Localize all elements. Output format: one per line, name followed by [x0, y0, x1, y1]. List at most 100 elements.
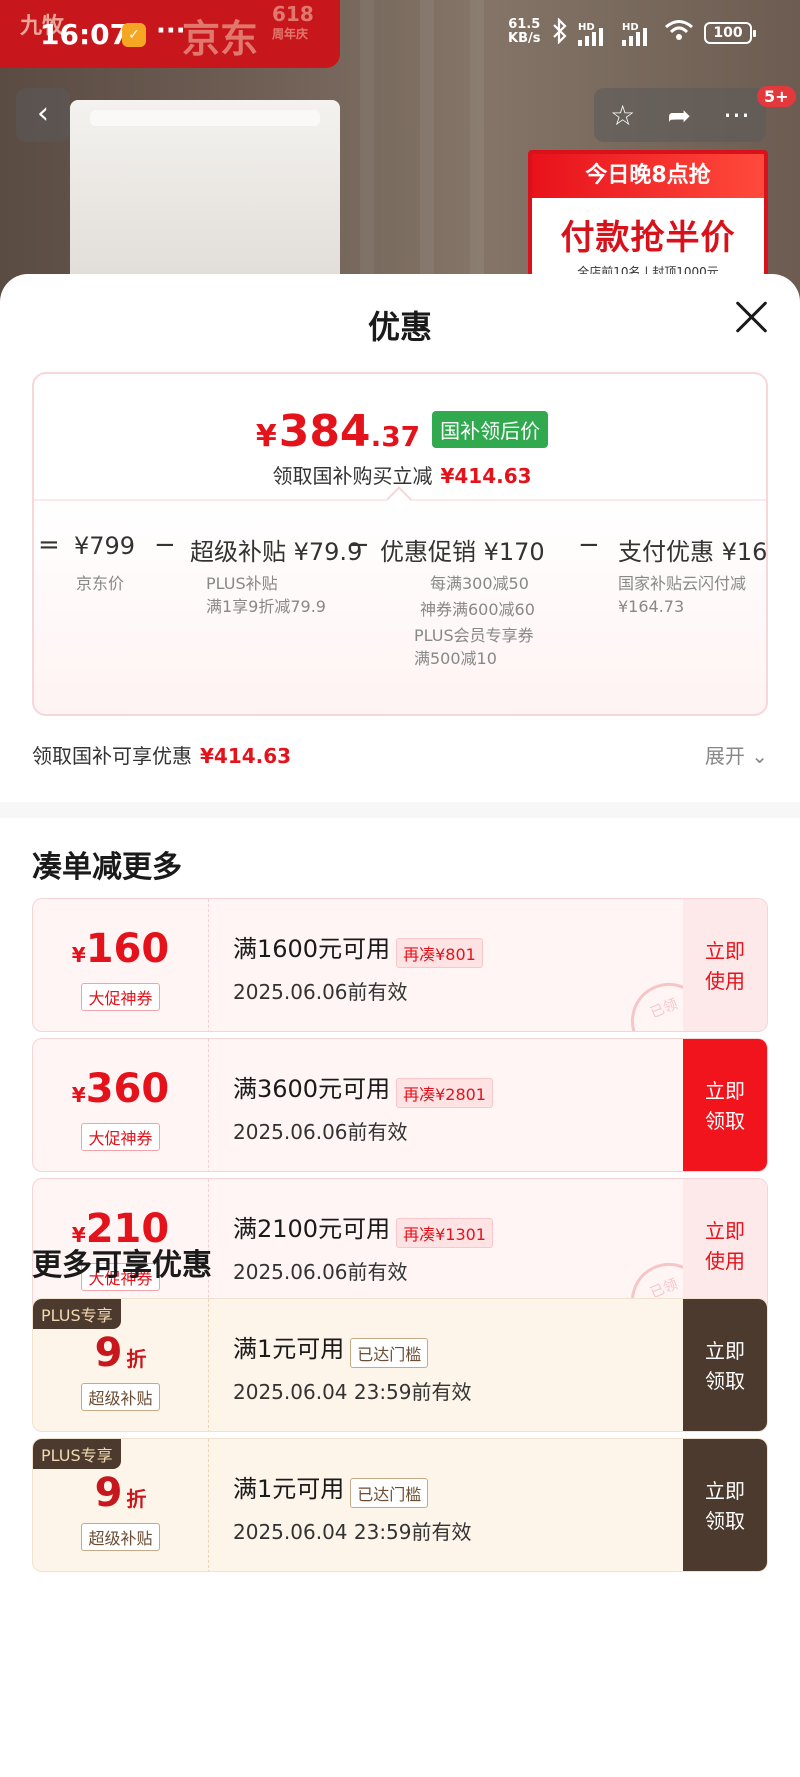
coupon-type-tag: 超级补贴 [81, 1383, 160, 1411]
coupon-card: ¥160 大促神券 满1600元可用 再凑¥801 2025.06.06前有效 已领 立即使… [32, 898, 768, 1032]
coupon-action-line: 使用 [705, 969, 745, 993]
coupon-action-line: 立即 [705, 939, 745, 963]
bluetooth-icon [552, 17, 568, 50]
more-icon: ··· [723, 98, 750, 132]
coupon-type-tag: 大促神券 [81, 1123, 160, 1151]
plus-coupon-card: PLUS专享 9 折超级补贴 满1元可用 已达门槛 2025.06.04 23:59前有效… [32, 1438, 768, 1572]
network-speed: 61.5 KB/s [508, 18, 540, 46]
coupon-action-label: 立即 领取 [705, 1476, 745, 1536]
favorite-button[interactable]: ☆ [610, 99, 635, 132]
coupon-value: ¥360 大促神券 [33, 1039, 209, 1171]
coupon-expiry: 2025.06.06前有效 [233, 1119, 408, 1144]
signal-strength-icon [578, 26, 603, 46]
coupon-discount: 9折 [33, 1333, 208, 1379]
coupon-type-tag: 大促神券 [81, 983, 160, 1011]
breakdown-desc: 京东价 [76, 574, 125, 593]
breakdown-desc: PLUS补贴 [206, 574, 278, 593]
price-breakdown: = ¥799 京东价 − 超级补贴 ¥79.9 PLUS补贴 满1享9折减79.… [34, 514, 766, 714]
final-price-decimal: .37 [370, 420, 421, 453]
coupon-discount-value: 9 [94, 1330, 123, 1376]
coupon-discount-value: 9 [94, 1470, 123, 1516]
minus-sign: − [348, 530, 370, 560]
breakdown-desc: 神券满600减60 [420, 600, 535, 619]
subsidy-summary-row: 领取国补可享优惠 ¥414.63 展开 ⌄ [32, 736, 768, 776]
coupon-value: 9 折超级补贴 [33, 1299, 209, 1431]
coupon-amount-value: 360 [85, 1066, 170, 1112]
coupon-amount: ¥160 [33, 929, 208, 975]
notification-app-icon: ✓ [122, 23, 146, 47]
discount-sheet: 优惠 ¥ 384 .37 国补领后价 领取国补购买立减 ¥414.63 = ¥79… [0, 274, 800, 1777]
coupon-expiry: 2025.06.04 23:59前有效 [233, 1379, 472, 1404]
coupon-action-line: 领取 [705, 1509, 745, 1533]
coupon-action-button[interactable]: 立即 使用 [683, 1179, 767, 1311]
coupon-action-label: 立即 使用 [705, 1216, 745, 1276]
coupon-expiry: 2025.06.04 23:59前有效 [233, 1519, 472, 1544]
chevron-down-icon: ⌄ [751, 744, 768, 768]
coupon-currency: ¥ [71, 943, 86, 967]
coupon-details: 满1元可用 已达门槛 2025.06.04 23:59前有效 [233, 1329, 472, 1405]
breakdown-desc: 每满300减50 [430, 574, 529, 593]
coupon-type-tag: 超级补贴 [81, 1523, 160, 1551]
subsidy-summary-value: ¥414.63 [200, 744, 292, 768]
coupon-discount-unit: 折 [126, 1347, 147, 1371]
more-button[interactable]: ··· [723, 99, 750, 132]
battery-icon: 100 [704, 22, 756, 44]
coupon-condition: 满1600元可用 [233, 935, 391, 963]
top-actions: ☆ ➦ ··· [594, 88, 766, 142]
coupon-condition: 满2100元可用 [233, 1215, 391, 1243]
back-button[interactable]: ‹ [16, 88, 70, 142]
breakdown-desc: 满500减10 [414, 649, 497, 668]
coupon-details: 满2100元可用 再凑¥1301 2025.06.06前有效 [233, 1209, 493, 1285]
minus-sign: − [154, 530, 176, 560]
section-title-bundle: 凑单减更多 [32, 850, 182, 885]
coupon-value: 9 折超级补贴 [33, 1439, 209, 1571]
expand-button[interactable]: 展开 ⌄ [705, 740, 768, 769]
coupon-condition: 满3600元可用 [233, 1075, 391, 1103]
section-divider [0, 802, 800, 818]
status-bar: 16:07 ✓ ··· 61.5 KB/s HD HD 100 [0, 0, 800, 66]
coupon-amount-value: 160 [85, 926, 170, 972]
coupon-action-line: 领取 [705, 1109, 745, 1133]
message-badge: 5+ [757, 86, 796, 107]
sheet-title: 优惠 [367, 308, 432, 346]
coupon-action-button[interactable]: 立即 领取 [683, 1299, 767, 1431]
coupon-action-label: 立即 使用 [705, 936, 745, 996]
coupon-condition: 满1元可用 [233, 1475, 345, 1503]
price-breakdown-card: ¥ 384 .37 国补领后价 领取国补购买立减 ¥414.63 = ¥799 京… [32, 372, 768, 716]
share-button[interactable]: ➦ [667, 99, 690, 132]
coupon-action-button[interactable]: 立即 使用 [683, 899, 767, 1031]
expand-label: 展开 [704, 744, 745, 768]
coupon-card: ¥360 大促神券 满3600元可用 再凑¥2801 2025.06.06前有效 立即 领取 [32, 1038, 768, 1172]
coupon-action-button[interactable]: 立即 领取 [683, 1039, 767, 1171]
network-speed-unit: KB/s [508, 31, 541, 46]
breakdown-head: 超级补贴 ¥79.9 [190, 538, 363, 566]
breakdown-head: 优惠促销 ¥170 [380, 538, 545, 566]
coupon-action-button[interactable]: 立即 领取 [683, 1439, 767, 1571]
minus-sign: − [578, 530, 600, 560]
star-icon: ☆ [610, 98, 636, 132]
card-pointer [386, 486, 412, 512]
coupon-gap-chip: 再凑¥1301 [396, 1217, 493, 1248]
section-title-more: 更多可享优惠 [32, 1248, 212, 1283]
product-image-highlight [90, 110, 320, 126]
promo-title: 今日晚8点抢 [532, 154, 764, 198]
breakdown-desc: 国家补贴云闪付减 [618, 574, 747, 593]
subsidy-price-tag: 国补领后价 [432, 411, 549, 448]
share-icon: ➦ [667, 98, 691, 132]
coupon-action-line: 领取 [705, 1369, 745, 1393]
coupon-action-label: 立即 领取 [705, 1076, 745, 1136]
close-button[interactable] [728, 294, 776, 342]
coupon-details: 满1600元可用 再凑¥801 2025.06.06前有效 [233, 929, 483, 1005]
equals-sign: = [38, 530, 60, 560]
breakdown-head: ¥799 [74, 532, 136, 560]
signal-strength-icon [622, 26, 647, 46]
coupon-action-line: 立即 [705, 1479, 745, 1503]
breakdown-desc: ¥164.73 [618, 597, 685, 616]
coupon-discount-unit: 折 [126, 1487, 147, 1511]
back-icon: ‹ [37, 96, 49, 131]
promo-headline: 付款抢半价 [560, 218, 736, 258]
coupon-value: ¥160 大促神券 [33, 899, 209, 1031]
coupon-action-line: 立即 [705, 1339, 745, 1363]
promo-card[interactable]: 今日晚8点抢 付款抢半价 全店前10名 | 封顶1000元 [528, 150, 768, 290]
threshold-met-chip: 已达门槛 [350, 1477, 429, 1508]
